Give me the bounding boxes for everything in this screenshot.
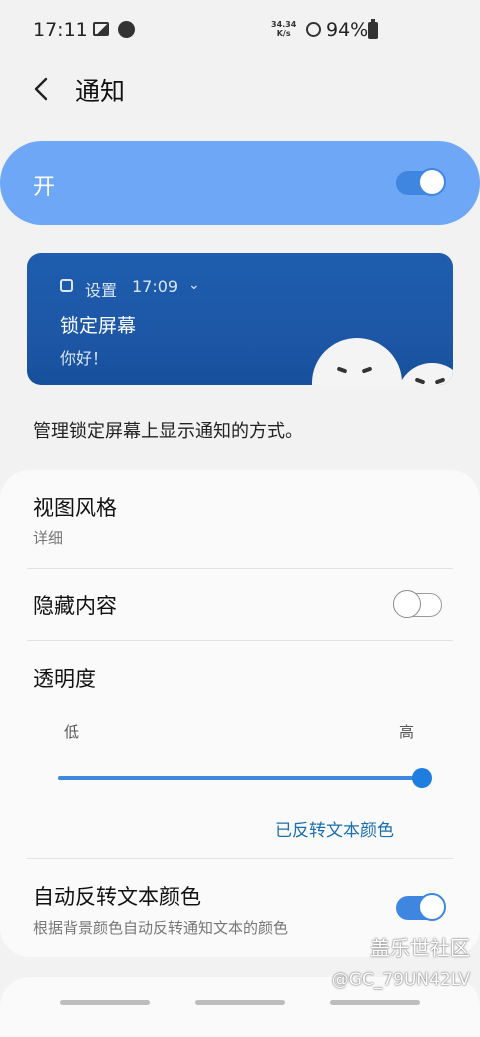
- auto-invert-subtitle: 根据背景颜色自动反转通知文本的颜色: [33, 919, 289, 937]
- master-toggle-switch[interactable]: [396, 168, 446, 196]
- transparency-slider-thumb[interactable]: [412, 768, 432, 788]
- hide-content-toggle[interactable]: [393, 590, 442, 618]
- master-switch-label: 开: [33, 175, 56, 200]
- watermark-handle: @GC_79UN42LV: [331, 970, 470, 990]
- preview-app-name: 设置: [85, 281, 118, 300]
- app-bar: 通知: [0, 60, 480, 120]
- divider: [27, 858, 453, 859]
- wallpaper-character: [397, 363, 453, 385]
- back-arrow-icon[interactable]: [30, 76, 54, 102]
- transparency-slider-track[interactable]: [58, 776, 422, 780]
- nav-back-bar[interactable]: [330, 1000, 420, 1005]
- inverted-text-color-link[interactable]: 已反转文本颜色: [275, 816, 394, 841]
- slider-low-label: 低: [64, 723, 80, 741]
- preview-time: 17:09: [132, 277, 179, 296]
- toggle-knob: [393, 590, 421, 618]
- preview-title: 锁定屏幕: [60, 315, 137, 337]
- view-style-title: 视图风格: [33, 496, 117, 520]
- divider: [27, 568, 453, 569]
- character-eye: [361, 366, 373, 374]
- watermark-title: 盖乐世社区: [370, 936, 470, 960]
- view-style-value: 详细: [33, 529, 64, 547]
- alarm-icon: [306, 22, 321, 37]
- character-eye: [434, 377, 446, 385]
- section-description: 管理锁定屏幕上显示通知的方式。: [33, 421, 303, 442]
- status-time: 17:11: [33, 19, 88, 41]
- toggle-knob: [418, 168, 446, 196]
- toggle-knob: [418, 893, 446, 921]
- slider-high-label: 高: [399, 723, 415, 741]
- network-speed-value: 34.34: [271, 20, 297, 29]
- network-speed-unit: K/s: [276, 29, 291, 38]
- hide-content-title: 隐藏内容: [33, 594, 117, 618]
- settings-gear-icon: [60, 279, 73, 292]
- character-eye: [414, 377, 426, 385]
- auto-invert-title: 自动反转文本颜色: [33, 885, 201, 909]
- battery-icon: [368, 19, 378, 39]
- lock-screen-preview: 设置 17:09 ⌄ 锁定屏幕 你好！: [27, 253, 453, 385]
- settings-card: 视图风格 详细 隐藏内容 透明度 低 高 已反转文本颜色 自动反转文本颜色 根据…: [0, 470, 480, 957]
- image-notification-icon: [93, 22, 109, 36]
- auto-invert-toggle[interactable]: [396, 893, 446, 921]
- character-eye: [336, 366, 348, 374]
- battery-percent: 94%: [326, 19, 369, 41]
- nav-recents-bar[interactable]: [60, 1000, 150, 1005]
- master-switch-bar[interactable]: 开: [0, 141, 480, 225]
- divider: [27, 640, 453, 641]
- network-speed: 34.34 K/s: [271, 20, 296, 38]
- wallpaper-character: [312, 338, 402, 385]
- page-title: 通知: [75, 77, 126, 106]
- transparency-title: 透明度: [33, 667, 96, 691]
- globe-icon: [118, 21, 135, 38]
- chevron-down-icon: ⌄: [188, 277, 200, 293]
- preview-body: 你好！: [60, 349, 109, 368]
- nav-home-bar[interactable]: [195, 1000, 285, 1005]
- status-bar: 17:11 34.34 K/s 94%: [0, 0, 480, 60]
